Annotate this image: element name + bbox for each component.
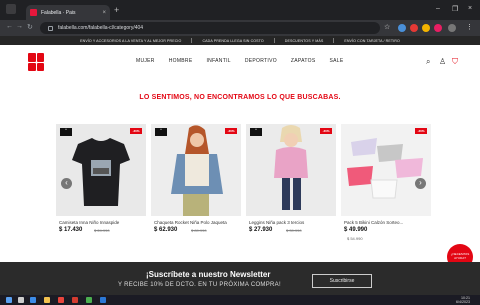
help-chat-label: ¿NECESITAS AYUDA? — [450, 252, 470, 260]
os-taskbar: 10:21 6/4/2023 — [0, 295, 480, 305]
product-old-price: $ 39.990 — [286, 228, 302, 233]
tab-title: Falabella · Pais — [41, 9, 76, 16]
extension-icon[interactable] — [434, 24, 442, 32]
brand-badge-icon: ▪▪ — [155, 128, 167, 136]
brand-badge-icon: ▪▪ — [60, 128, 72, 136]
promo-item[interactable]: DESCUENTOS Y MÁS — [285, 39, 324, 43]
clock-date: 6/4/2023 — [456, 300, 470, 304]
new-tab-button[interactable]: + — [114, 5, 119, 15]
lock-icon — [48, 25, 53, 31]
newsletter-title: ¡Suscríbete a nuestro Newsletter — [146, 270, 271, 279]
product-price: $ 27.930 — [249, 227, 273, 233]
nav-item-mujer[interactable]: MUJER — [136, 58, 155, 64]
maximize-button[interactable]: ❐ — [452, 5, 458, 13]
divider — [333, 38, 335, 43]
product-price: $ 62.930 — [154, 227, 178, 233]
app-icon[interactable] — [100, 297, 106, 303]
product-card[interactable]: ▪▪ -30% Chaqueta Rocket Niña Polo Jaquet… — [151, 124, 241, 239]
reload-icon[interactable]: ↻ — [27, 23, 33, 31]
product-old-price: $ 89.990 — [191, 228, 207, 233]
back-icon[interactable]: ← — [6, 23, 13, 30]
bag-icon[interactable]: ⛉ — [452, 57, 458, 67]
app-icon[interactable] — [58, 297, 64, 303]
start-icon[interactable] — [6, 297, 12, 303]
product-price: $ 17.430 — [59, 227, 83, 233]
forward-icon[interactable]: → — [16, 23, 23, 30]
carousel-next-button[interactable]: › — [415, 178, 426, 189]
discount-badge: -30% — [130, 128, 142, 134]
nav-item-infantil[interactable]: INFANTIL — [206, 58, 230, 64]
promo-bar: ENVÍO Y ACCESORIOS A LA VENTA Y AL MEJOR… — [0, 36, 480, 45]
discount-badge: -30% — [320, 128, 332, 134]
nav-item-zapatos[interactable]: ZAPATOS — [291, 58, 316, 64]
extension-icon[interactable] — [422, 24, 430, 32]
nav-item-hombre[interactable]: HOMBRE — [169, 58, 193, 64]
divider — [273, 38, 275, 43]
product-name[interactable]: Pack 5 Bikini Calzón Sorteo... — [344, 220, 430, 225]
tab-close-icon[interactable]: × — [102, 10, 106, 16]
browser-tab-bar: Falabella · Pais × + – ❐ × — [0, 0, 480, 20]
taskbar-clock[interactable]: 10:21 6/4/2023 — [456, 296, 470, 304]
product-carousel: ▪▪ -30% Camiseta Inna Niño Innaspide $ 1… — [56, 124, 431, 241]
product-card-price: $ 54.990 — [347, 236, 363, 241]
nav-item-sale[interactable]: SALE — [330, 58, 344, 64]
product-name[interactable]: Leggins Niña pack 3 tercios — [249, 220, 335, 225]
subscribe-button[interactable]: Suscribirse — [312, 274, 372, 288]
folder-icon[interactable] — [44, 297, 50, 303]
minimize-button[interactable]: – — [436, 5, 440, 12]
divider — [191, 38, 193, 43]
address-bar-row: ← → ↻ falabella.com/falabella-cl/categor… — [0, 20, 480, 36]
user-icon[interactable]: ♙ — [439, 57, 446, 66]
close-window-button[interactable]: × — [468, 5, 472, 12]
browser-menu-button[interactable] — [6, 4, 16, 14]
discount-badge: -30% — [225, 128, 237, 134]
extension-icon[interactable] — [410, 24, 418, 32]
newsletter-subtitle: Y RECIBE 10% DE DCTO. EN TU PRÓXIMA COMP… — [118, 282, 281, 288]
product-image[interactable] — [56, 124, 146, 216]
promo-item[interactable]: ENVÍO Y ACCESORIOS A LA VENTA Y AL MEJOR… — [80, 39, 181, 43]
not-found-message: LO SENTIMOS, NO ENCONTRAMOS LO QUE BUSCA… — [139, 94, 341, 101]
chrome-icon[interactable] — [86, 297, 92, 303]
search-icon[interactable]: ⌕ — [426, 57, 430, 67]
url-field[interactable]: falabella.com/falabella-cl/category/404 — [40, 22, 380, 34]
browser-menu-icon[interactable]: ⋮ — [466, 23, 473, 31]
product-image[interactable] — [246, 124, 336, 216]
brand-logo[interactable] — [28, 53, 44, 71]
bookmark-star-icon[interactable]: ☆ — [384, 23, 390, 31]
promo-item[interactable]: ENVÍO CON TARJETA / RETIRO — [344, 39, 400, 43]
favicon-icon — [30, 9, 37, 16]
product-price: $ 49.990 — [344, 227, 368, 233]
product-image[interactable] — [341, 124, 431, 216]
product-image[interactable] — [151, 124, 241, 216]
product-card[interactable]: ▪▪ -30% Leggins Niña pack 3 tercios $ 27… — [246, 124, 336, 239]
extension-icon[interactable] — [398, 24, 406, 32]
search-icon[interactable] — [18, 297, 24, 303]
nav-item-deportivo[interactable]: DEPORTIVO — [245, 58, 277, 64]
product-name[interactable]: Chaqueta Rocket Niña Polo Jaqueta — [154, 220, 240, 225]
promo-item[interactable]: CADA PRENDA LLEGA SIN COSTO — [202, 39, 263, 43]
brand-badge-icon: ▪▪ — [250, 128, 262, 136]
newsletter-bar: ¡Suscríbete a nuestro Newsletter Y RECIB… — [0, 262, 480, 295]
url-text: falabella.com/falabella-cl/category/404 — [58, 25, 144, 31]
edge-icon[interactable] — [30, 297, 36, 303]
product-old-price: $ 24.990 — [94, 228, 110, 233]
main-nav: MUJER HOMBRE INFANTIL DEPORTIVO ZAPATOS … — [136, 58, 344, 64]
carousel-prev-button[interactable]: ‹ — [61, 178, 72, 189]
profile-avatar[interactable] — [448, 24, 456, 32]
discount-badge: -30% — [415, 128, 427, 134]
site-header: MUJER HOMBRE INFANTIL DEPORTIVO ZAPATOS … — [0, 45, 480, 79]
app-icon[interactable] — [72, 297, 78, 303]
product-name[interactable]: Camiseta Inna Niño Innaspide — [59, 220, 145, 225]
browser-tab[interactable]: Falabella · Pais × — [26, 5, 110, 20]
